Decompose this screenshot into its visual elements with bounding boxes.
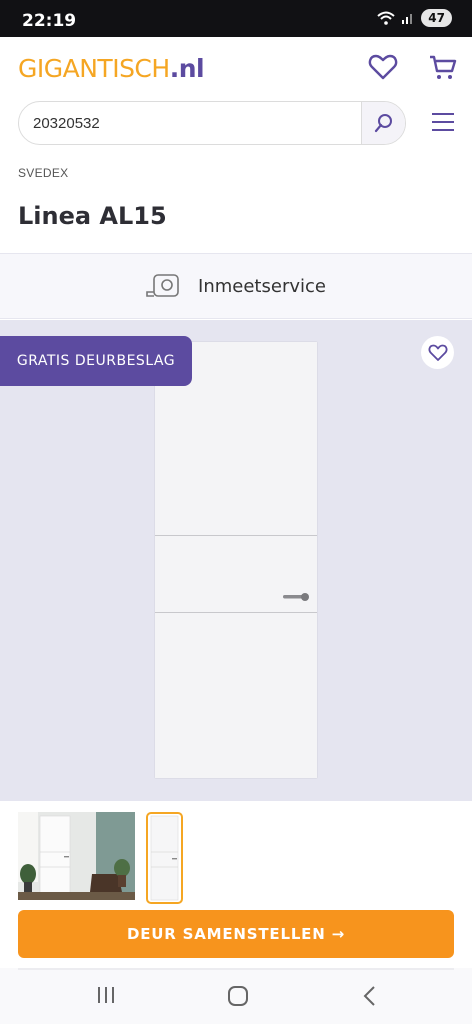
search-button[interactable] [361,102,405,144]
configure-door-button[interactable]: DEUR SAMENSTELLEN → [18,910,454,958]
product-title: Linea AL15 [18,202,167,230]
logo-text-main: GIGANTISCH [18,54,170,83]
room-scene-image [18,812,135,900]
search-icon [374,114,392,133]
free-hardware-badge: GRATIS DEURBESLAG [0,336,192,386]
signal-icon [402,14,413,24]
door-thumbnail-image [150,815,179,901]
product-brand[interactable]: SVEDEX [18,166,69,180]
door-groove [155,535,317,536]
system-navigation-bar [0,968,472,1024]
logo-text-tld: .nl [169,54,205,83]
hamburger-menu-icon[interactable] [432,112,454,132]
measure-service-banner[interactable]: Inmeetservice [0,253,472,319]
door-image [155,342,317,778]
door-handle [283,593,309,601]
divider [18,968,454,970]
site-header: GIGANTISCH.nl [0,37,472,99]
search-bar [18,101,406,145]
status-icons: 47 [377,9,452,27]
thumbnail-room-scene[interactable] [18,812,135,900]
back-icon[interactable] [362,986,378,1006]
thumbnail-strip [0,801,472,909]
battery-level: 47 [421,9,452,27]
door-groove [155,612,317,613]
thumbnail-door[interactable] [146,812,183,904]
heart-icon [428,344,447,361]
favorite-button[interactable] [421,336,454,369]
home-icon[interactable] [227,986,249,1006]
status-time: 22:19 [22,11,77,31]
measuring-tape-icon [146,274,179,297]
recent-apps-icon[interactable] [96,986,116,1004]
search-input[interactable] [19,102,361,144]
product-image-gallery[interactable]: GRATIS DEURBESLAG [0,320,472,801]
status-bar: 22:19 47 [0,0,472,37]
cart-icon[interactable] [428,52,458,82]
heart-icon[interactable] [368,52,398,82]
site-logo[interactable]: GIGANTISCH.nl [18,54,205,83]
measure-service-label: Inmeetservice [198,275,326,297]
wifi-icon [377,11,395,25]
